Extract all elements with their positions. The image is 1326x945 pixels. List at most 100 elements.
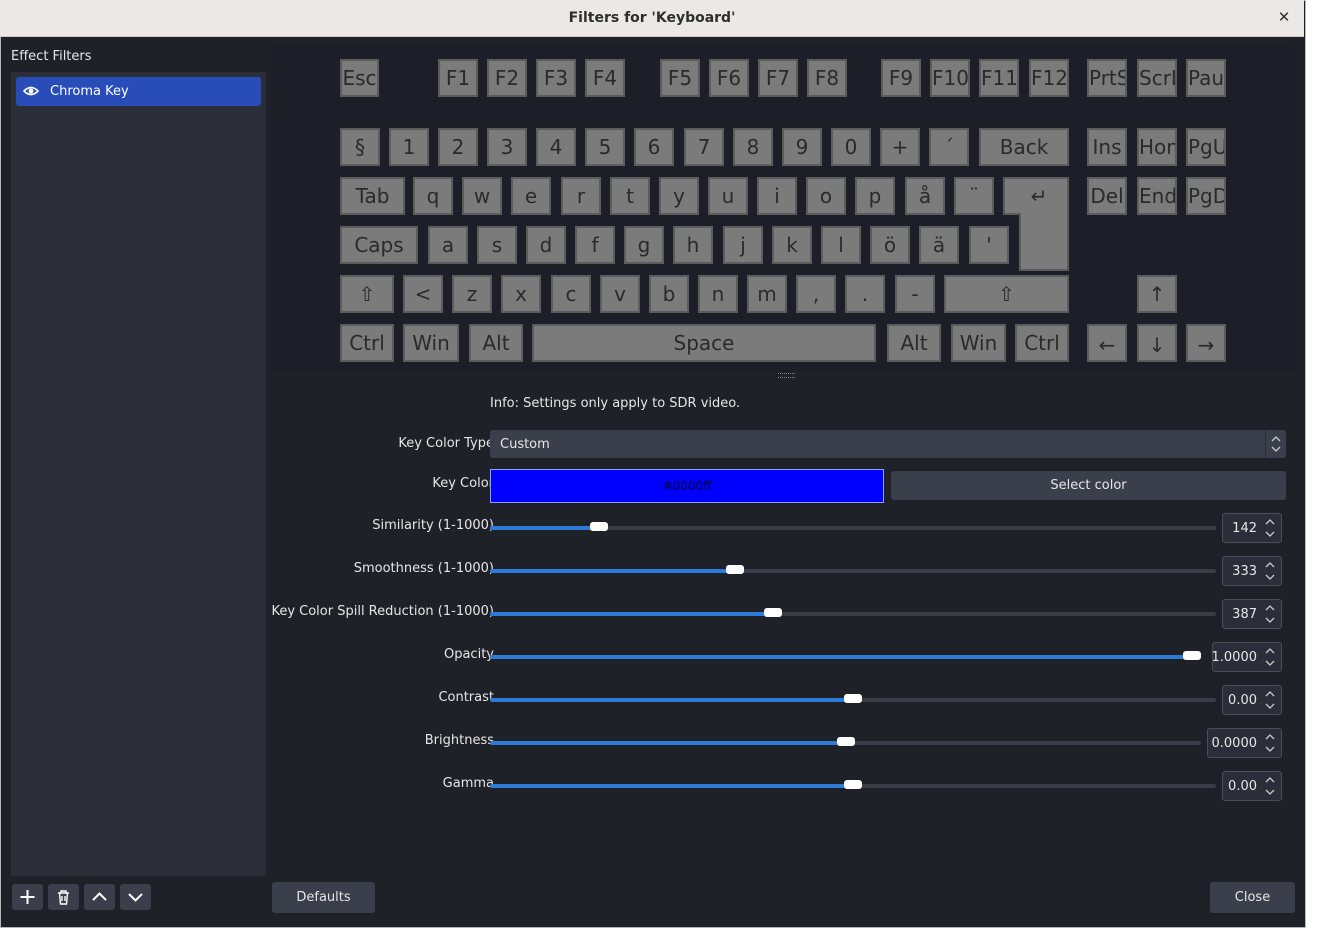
spill-reduction-spinbox[interactable]: 387 — [1222, 599, 1282, 629]
add-filter-button[interactable] — [12, 884, 43, 910]
gamma-value: 0.00 — [1228, 779, 1257, 794]
brightness-slider[interactable] — [490, 737, 1201, 746]
key-4: 4 — [536, 128, 576, 166]
opacity-label: Opacity — [443, 647, 494, 662]
contrast-spinbox[interactable]: 0.00 — [1222, 685, 1282, 715]
filter-list[interactable]: Chroma Key — [11, 72, 266, 876]
increment-icon[interactable] — [1264, 603, 1276, 613]
key-f11: F11 — [979, 59, 1019, 97]
smoothness-spinbox[interactable]: 333 — [1222, 556, 1282, 586]
key-f7: F7 — [758, 59, 798, 97]
brightness-slider-handle[interactable] — [837, 737, 855, 746]
smoothness-slider[interactable] — [490, 565, 1216, 574]
contrast-slider[interactable] — [490, 694, 1216, 703]
key-3: 3 — [487, 128, 527, 166]
increment-icon[interactable] — [1264, 646, 1276, 656]
key-k: k — [772, 226, 812, 264]
key-f5: F5 — [660, 59, 700, 97]
decrement-icon[interactable] — [1264, 658, 1276, 668]
gamma-spinbox[interactable]: 0.00 — [1222, 771, 1282, 801]
brightness-spinbox[interactable]: 0.0000 — [1207, 728, 1282, 758]
key-comma: , — [796, 275, 836, 313]
key-f1: F1 — [438, 59, 478, 97]
similarity-value: 142 — [1232, 521, 1257, 536]
key-a-umlaut: ä — [919, 226, 959, 264]
opacity-spinbox[interactable]: 1.0000 — [1212, 642, 1282, 672]
close-window-icon[interactable]: ✕ — [1274, 7, 1294, 27]
opacity-value: 1.0000 — [1211, 650, 1258, 665]
spill-reduction-slider-handle[interactable] — [764, 608, 782, 617]
key-space: Space — [532, 324, 876, 362]
increment-icon[interactable] — [1264, 732, 1276, 742]
defaults-button[interactable]: Defaults — [272, 882, 375, 913]
key-color-type-label: Key Color Type — [398, 436, 494, 451]
increment-icon[interactable] — [1264, 775, 1276, 785]
decrement-icon[interactable] — [1264, 529, 1276, 539]
key-a-ring: å — [905, 177, 945, 215]
key-v: v — [600, 275, 640, 313]
spill-reduction-slider[interactable] — [490, 608, 1216, 617]
increment-icon[interactable] — [1264, 517, 1276, 527]
key-less-than: < — [403, 275, 443, 313]
filter-item-label: Chroma Key — [50, 84, 129, 99]
similarity-slider[interactable] — [490, 522, 1216, 531]
decrement-icon[interactable] — [1264, 787, 1276, 797]
select-color-button[interactable]: Select color — [891, 471, 1286, 500]
key-color-type-select[interactable]: Custom — [490, 430, 1286, 458]
key-arrow-up: ↑ — [1137, 275, 1177, 313]
eye-icon[interactable] — [23, 84, 39, 98]
key-1: 1 — [389, 128, 429, 166]
key-g: g — [624, 226, 664, 264]
smoothness-label: Smoothness (1-1000) — [353, 561, 494, 576]
add-icon — [20, 890, 35, 904]
key-s: s — [477, 226, 517, 264]
key-arrow-right: → — [1186, 324, 1226, 362]
key-c: c — [551, 275, 591, 313]
key-left-ctrl: Ctrl — [340, 324, 394, 362]
updown-chevron-icon — [1265, 430, 1286, 458]
key-u: u — [708, 177, 748, 215]
splitter-handle[interactable] — [778, 373, 795, 378]
decrement-icon[interactable] — [1264, 615, 1276, 625]
contrast-slider-handle[interactable] — [844, 694, 862, 703]
key-h: h — [673, 226, 713, 264]
spill-reduction-label: Key Color Spill Reduction (1-1000) — [271, 604, 494, 619]
key-5: 5 — [585, 128, 625, 166]
move-down-icon — [128, 893, 143, 902]
close-button[interactable]: Close — [1210, 882, 1295, 913]
title-bar: Filters for 'Keyboard' ✕ — [0, 0, 1304, 37]
key-scrlk: ScrLk — [1137, 59, 1177, 97]
key-9: 9 — [782, 128, 822, 166]
spill-reduction-slider-fill — [490, 612, 773, 616]
key-enter-lower — [1019, 213, 1069, 271]
gamma-slider[interactable] — [490, 780, 1216, 789]
increment-icon[interactable] — [1264, 560, 1276, 570]
key-prtsc: PrtSc — [1087, 59, 1127, 97]
move-up-button[interactable] — [84, 884, 115, 910]
key-o-umlaut: ö — [870, 226, 910, 264]
filter-item-chroma-key[interactable]: Chroma Key — [16, 77, 261, 106]
key-color-hex: #0000ff — [662, 479, 712, 493]
move-down-button[interactable] — [120, 884, 151, 910]
key-7: 7 — [684, 128, 724, 166]
key-left-win: Win — [403, 324, 459, 362]
key-f3: F3 — [536, 59, 576, 97]
decrement-icon[interactable] — [1264, 572, 1276, 582]
key-2: 2 — [438, 128, 478, 166]
gamma-slider-handle[interactable] — [844, 780, 862, 789]
similarity-spinbox[interactable]: 142 — [1222, 513, 1282, 543]
decrement-icon[interactable] — [1264, 701, 1276, 711]
key-arrow-down: ↓ — [1137, 324, 1177, 362]
remove-filter-button[interactable] — [48, 884, 79, 910]
similarity-slider-handle[interactable] — [590, 522, 608, 531]
filters-window: Filters for 'Keyboard' ✕ Effect Filters … — [0, 0, 1306, 928]
opacity-slider-handle[interactable] — [1183, 651, 1201, 660]
smoothness-slider-handle[interactable] — [726, 565, 744, 574]
key-f6: F6 — [709, 59, 749, 97]
key-color-swatch[interactable]: #0000ff — [490, 469, 884, 503]
increment-icon[interactable] — [1264, 689, 1276, 699]
decrement-icon[interactable] — [1264, 744, 1276, 754]
key-backspace: Back — [979, 128, 1069, 166]
key-w: w — [462, 177, 502, 215]
opacity-slider[interactable] — [490, 651, 1201, 660]
